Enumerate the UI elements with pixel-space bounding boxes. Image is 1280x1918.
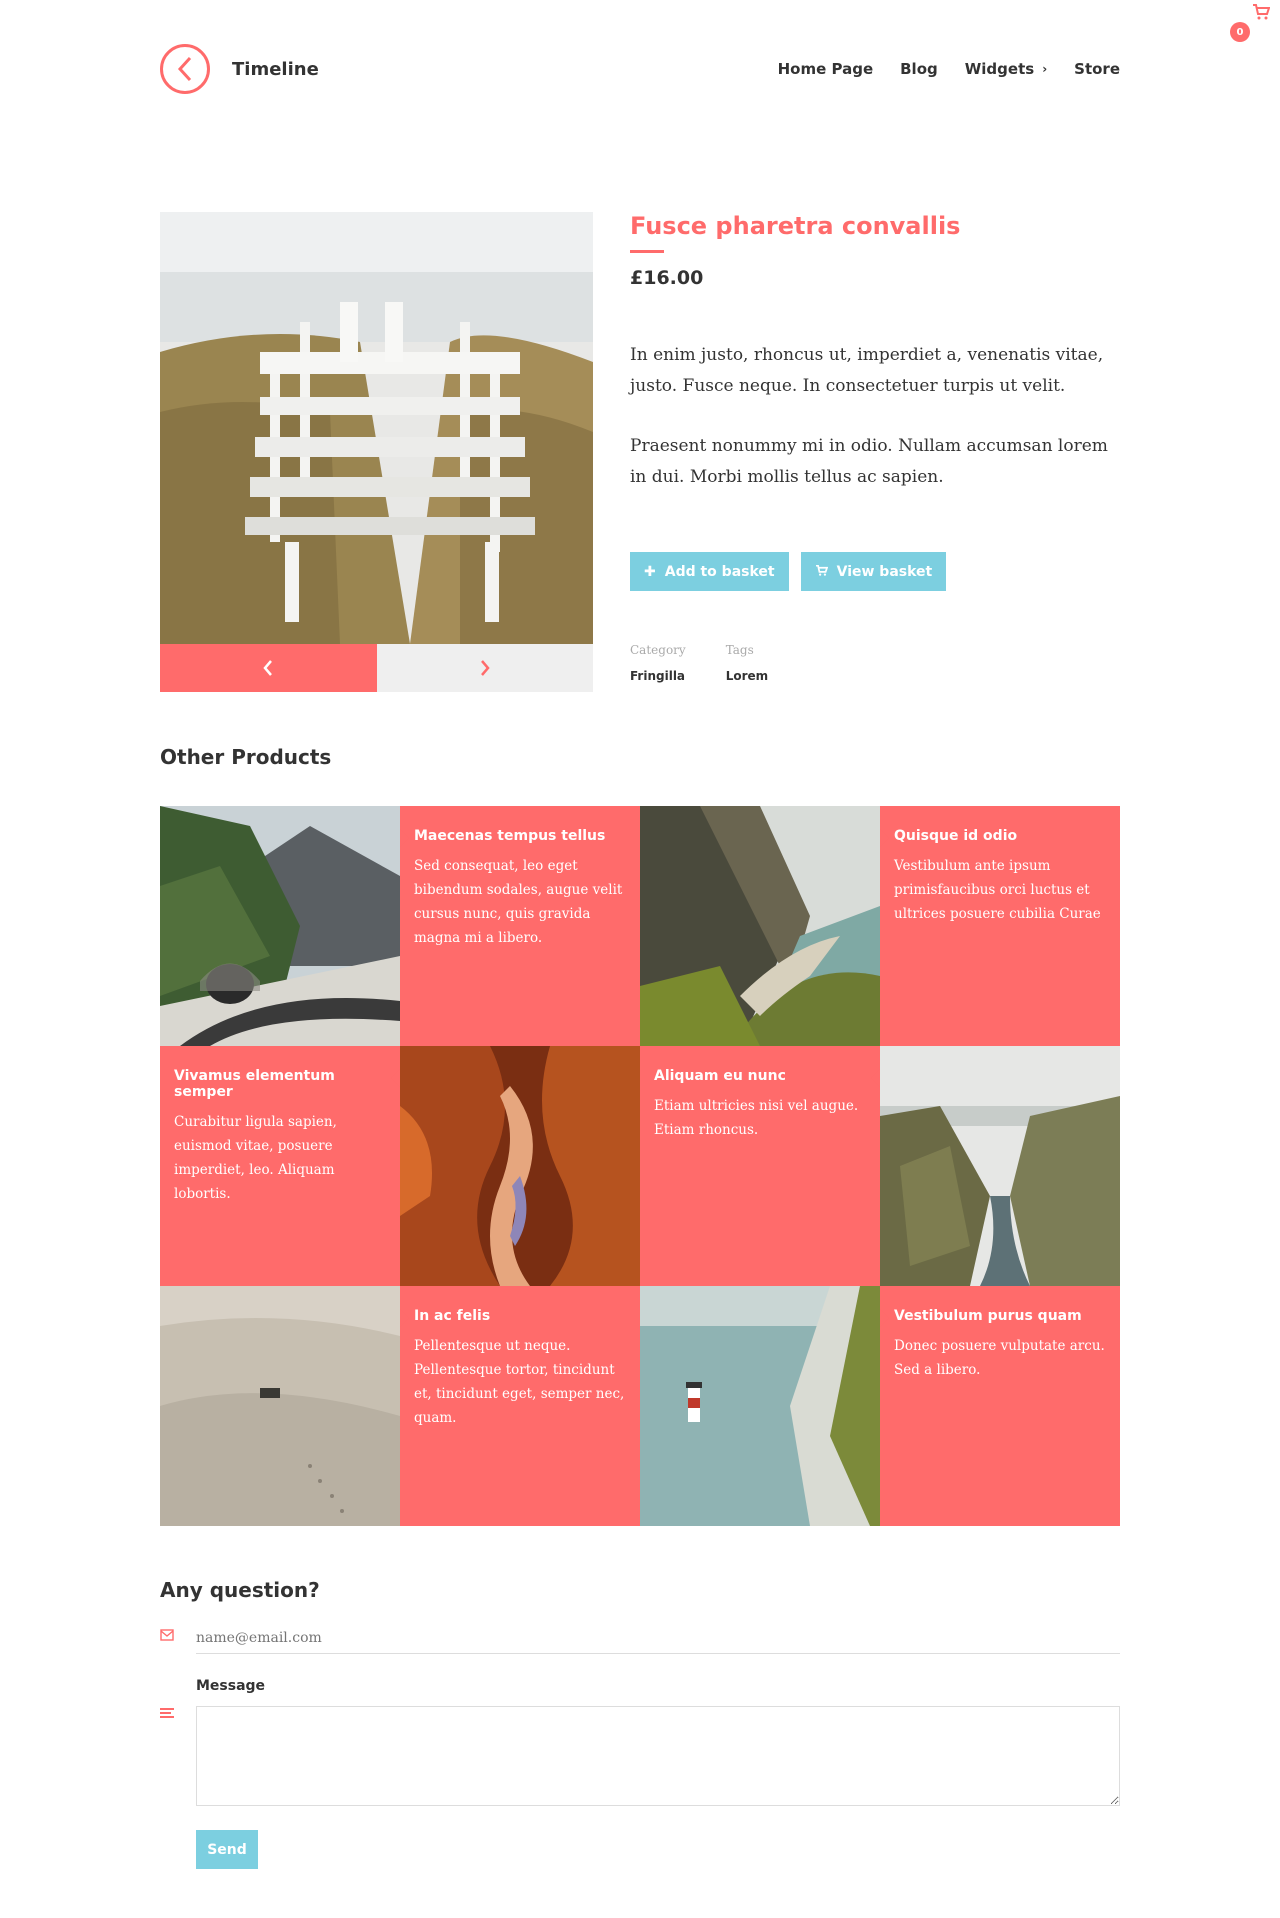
plus-icon: ✚ [644, 563, 656, 580]
product-actions: ✚ Add to basket View basket [630, 552, 1120, 591]
other-products-grid: Maecenas tempus tellus Sed consequat, le… [160, 806, 1120, 1526]
nav-widgets-label: Widgets [964, 60, 1035, 78]
message-label: Message [196, 1678, 266, 1694]
product-card-title: Vestibulum purus quam [894, 1308, 1082, 1324]
product-card-text: Pellentesque ut neque. Pellentesque tort… [414, 1338, 625, 1426]
add-to-basket-label: Add to basket [664, 563, 775, 580]
product-image-lighthouse[interactable] [640, 1286, 880, 1526]
contact-form: Any question? Message Send [160, 1578, 1120, 1869]
lines-icon [160, 1704, 174, 1723]
card-notch [400, 1308, 409, 1328]
product-card-text: Etiam ultricies nisi vel augue. Etiam rh… [654, 1098, 859, 1138]
message-field-row: Message [160, 1678, 1120, 1810]
product-card[interactable]: Maecenas tempus tellus Sed consequat, le… [400, 806, 640, 1046]
product-image-desert[interactable] [160, 1286, 400, 1526]
product-card[interactable]: In ac felis Pellentesque ut neque. Pelle… [400, 1286, 640, 1526]
chevron-right-icon: › [1042, 62, 1048, 76]
envelope-icon [160, 1626, 174, 1645]
title-underline [630, 250, 664, 253]
site-header: Timeline Home Page Blog Widgets › Store [160, 44, 1120, 100]
chevron-left-icon [263, 660, 273, 676]
product-image-tunnel[interactable] [160, 806, 400, 1046]
cart-icon[interactable] [1252, 4, 1271, 24]
cart[interactable]: 0 [1224, 0, 1280, 58]
chevron-right-icon [480, 660, 490, 676]
product-details: Fusce pharetra convallis £16.00 In enim … [630, 212, 1120, 683]
product-card[interactable]: Vivamus elementum semper Curabitur ligul… [160, 1046, 400, 1286]
card-notch [400, 828, 409, 848]
message-textarea[interactable] [196, 1706, 1120, 1806]
cart-icon [815, 564, 828, 580]
tag-link[interactable]: Lorem [726, 669, 768, 683]
product-card[interactable]: Aliquam eu nunc Etiam ultricies nisi vel… [640, 1046, 880, 1286]
product-card[interactable]: Vestibulum purus quam Donec posuere vulp… [880, 1286, 1120, 1526]
card-notch [391, 1068, 400, 1088]
other-products-title: Other Products [160, 745, 332, 769]
site-title[interactable]: Timeline [232, 59, 319, 80]
product-card-title: In ac felis [414, 1308, 491, 1324]
product-card-text: Donec posuere vulputate arcu. Sed a libe… [894, 1338, 1105, 1378]
product-meta: Category Fringilla Tags Lorem [630, 643, 1120, 683]
nav-blog[interactable]: Blog [900, 60, 938, 78]
product-card-title: Aliquam eu nunc [654, 1068, 786, 1084]
cart-count-badge: 0 [1230, 22, 1250, 42]
product-image-canyon[interactable] [400, 1046, 640, 1286]
nav-store[interactable]: Store [1074, 60, 1120, 78]
category-link[interactable]: Fringilla [630, 669, 686, 683]
product-card-text: Vestibulum ante ipsum primisfaucibus orc… [894, 858, 1101, 922]
gallery-prev-button[interactable] [160, 644, 377, 692]
product-description: In enim justo, rhoncus ut, imperdiet a, … [630, 340, 1120, 493]
product-card-title: Vivamus elementum semper [174, 1068, 335, 1100]
description-paragraph: Praesent nonummy mi in odio. Nullam accu… [630, 436, 1108, 487]
view-basket-button[interactable]: View basket [800, 552, 947, 591]
add-to-basket-button[interactable]: ✚ Add to basket [630, 552, 789, 591]
product-title: Fusce pharetra convallis [630, 212, 961, 240]
gallery-controls [160, 644, 593, 692]
card-notch [880, 828, 889, 848]
product-price: £16.00 [630, 267, 704, 289]
email-field-row [160, 1622, 1120, 1654]
contact-title: Any question? [160, 1578, 320, 1602]
card-notch [871, 1068, 880, 1088]
product-card[interactable]: Quisque id odio Vestibulum ante ipsum pr… [880, 806, 1120, 1046]
product-image-gorge[interactable] [880, 1046, 1120, 1286]
product-card-text: Sed consequat, leo eget bibendum sodales… [414, 858, 623, 946]
product-card-text: Curabitur ligula sapien, euismod vitae, … [174, 1114, 337, 1202]
product-card-title: Maecenas tempus tellus [414, 828, 606, 844]
product-image [160, 212, 593, 644]
main-nav: Home Page Blog Widgets › Store [751, 60, 1120, 78]
product-image-coast[interactable] [640, 806, 880, 1046]
category-label: Category [630, 643, 686, 657]
description-paragraph: In enim justo, rhoncus ut, imperdiet a, … [630, 345, 1104, 396]
email-field[interactable] [196, 1622, 1120, 1654]
gallery-next-button[interactable] [376, 644, 593, 692]
view-basket-label: View basket [836, 563, 933, 580]
back-chevron-icon[interactable] [160, 44, 210, 94]
product-gallery [160, 212, 593, 692]
logo[interactable]: Timeline [160, 44, 319, 94]
nav-widgets[interactable]: Widgets › [965, 60, 1047, 78]
send-button[interactable]: Send [196, 1830, 258, 1869]
card-notch [880, 1308, 889, 1328]
product-card-title: Quisque id odio [894, 828, 1018, 844]
nav-home-page[interactable]: Home Page [778, 60, 874, 78]
tags-label: Tags [725, 643, 754, 657]
